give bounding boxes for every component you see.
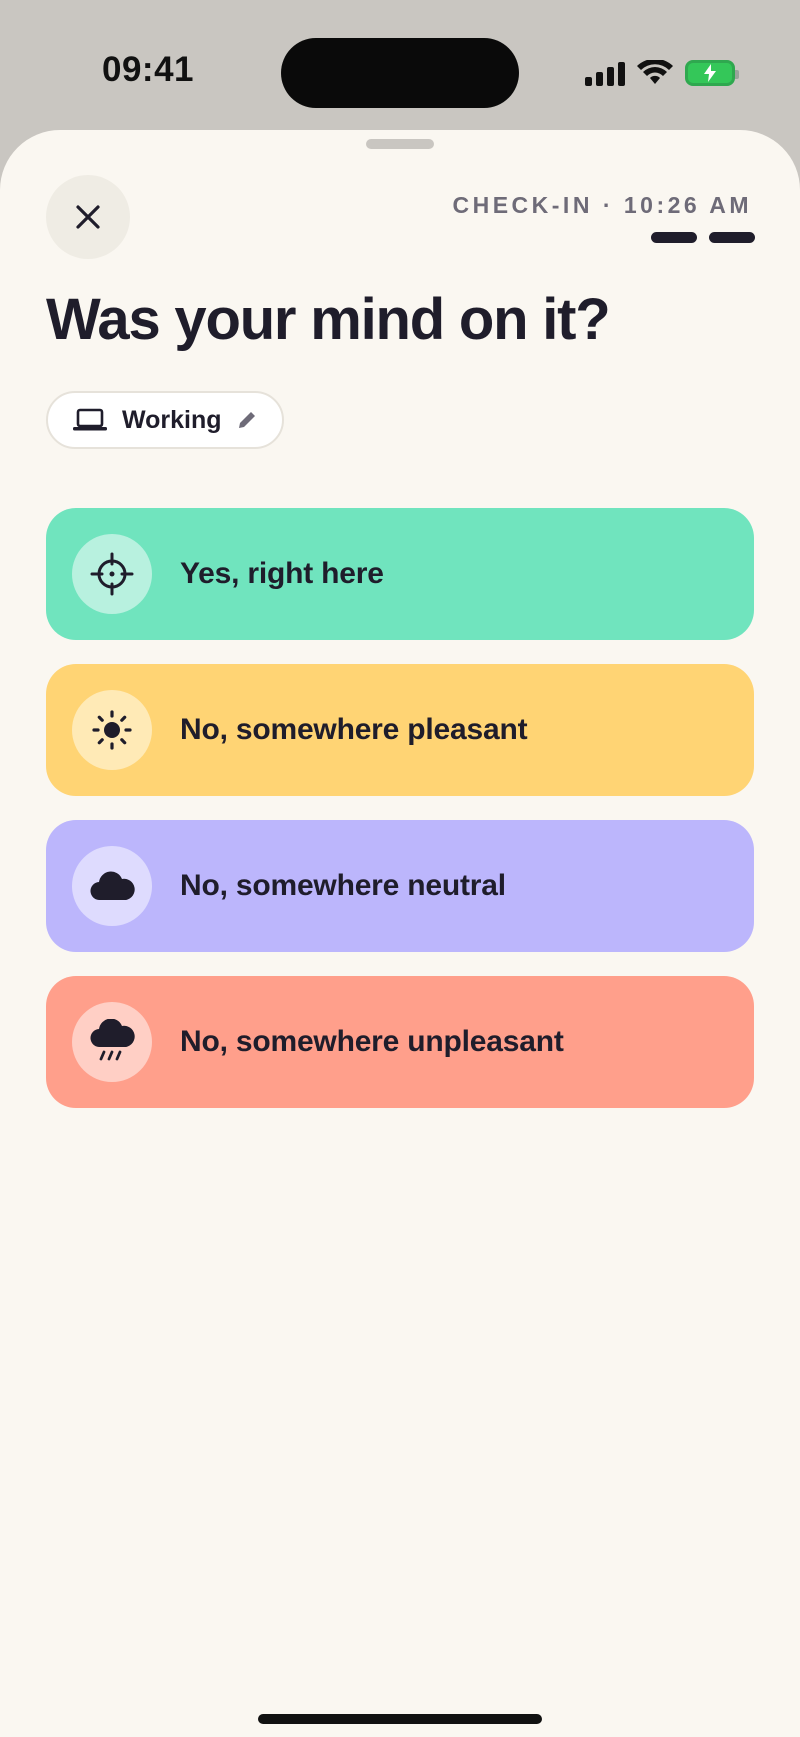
progress-indicator [651,232,755,243]
activity-chip[interactable]: Working [46,391,284,449]
crosshair-icon [90,552,134,596]
option-yes-right-here[interactable]: Yes, right here [46,508,754,640]
home-indicator[interactable] [258,1714,542,1724]
checkin-timestamp: CHECK-IN · 10:26 AM [452,192,752,218]
option-label: Yes, right here [180,557,384,590]
option-label: No, somewhere pleasant [180,713,528,746]
pencil-icon [238,412,255,428]
status-icons [585,57,739,89]
close-icon [76,205,100,229]
sheet-grabber[interactable] [366,139,434,149]
option-icon-circle [72,846,152,926]
cloud-icon [90,871,135,901]
laptop-icon [73,408,107,431]
option-icon-circle [72,690,152,770]
checkin-sheet: CHECK-IN · 10:26 AM Was your mind on it?… [0,130,800,1737]
activity-label: Working [122,405,222,434]
battery-charging-icon [685,60,739,86]
option-icon-circle [72,534,152,614]
answer-options: Yes, right here No, somewhere pleasant N… [46,508,754,1132]
progress-segment [709,232,755,243]
status-bar: 09:41 [0,0,800,130]
dynamic-island [281,38,519,108]
option-somewhere-neutral[interactable]: No, somewhere neutral [46,820,754,952]
rain-cloud-icon [90,1019,135,1061]
page-title: Was your mind on it? [46,287,611,352]
close-button[interactable] [46,175,130,259]
option-icon-circle [72,1002,152,1082]
status-time: 09:41 [102,50,195,89]
option-label: No, somewhere unpleasant [180,1025,564,1058]
option-somewhere-pleasant[interactable]: No, somewhere pleasant [46,664,754,796]
sun-icon [92,710,132,750]
progress-segment [651,232,697,243]
option-label: No, somewhere neutral [180,869,506,902]
wifi-icon [637,60,673,84]
option-somewhere-unpleasant[interactable]: No, somewhere unpleasant [46,976,754,1108]
cellular-signal-icon [585,60,625,86]
